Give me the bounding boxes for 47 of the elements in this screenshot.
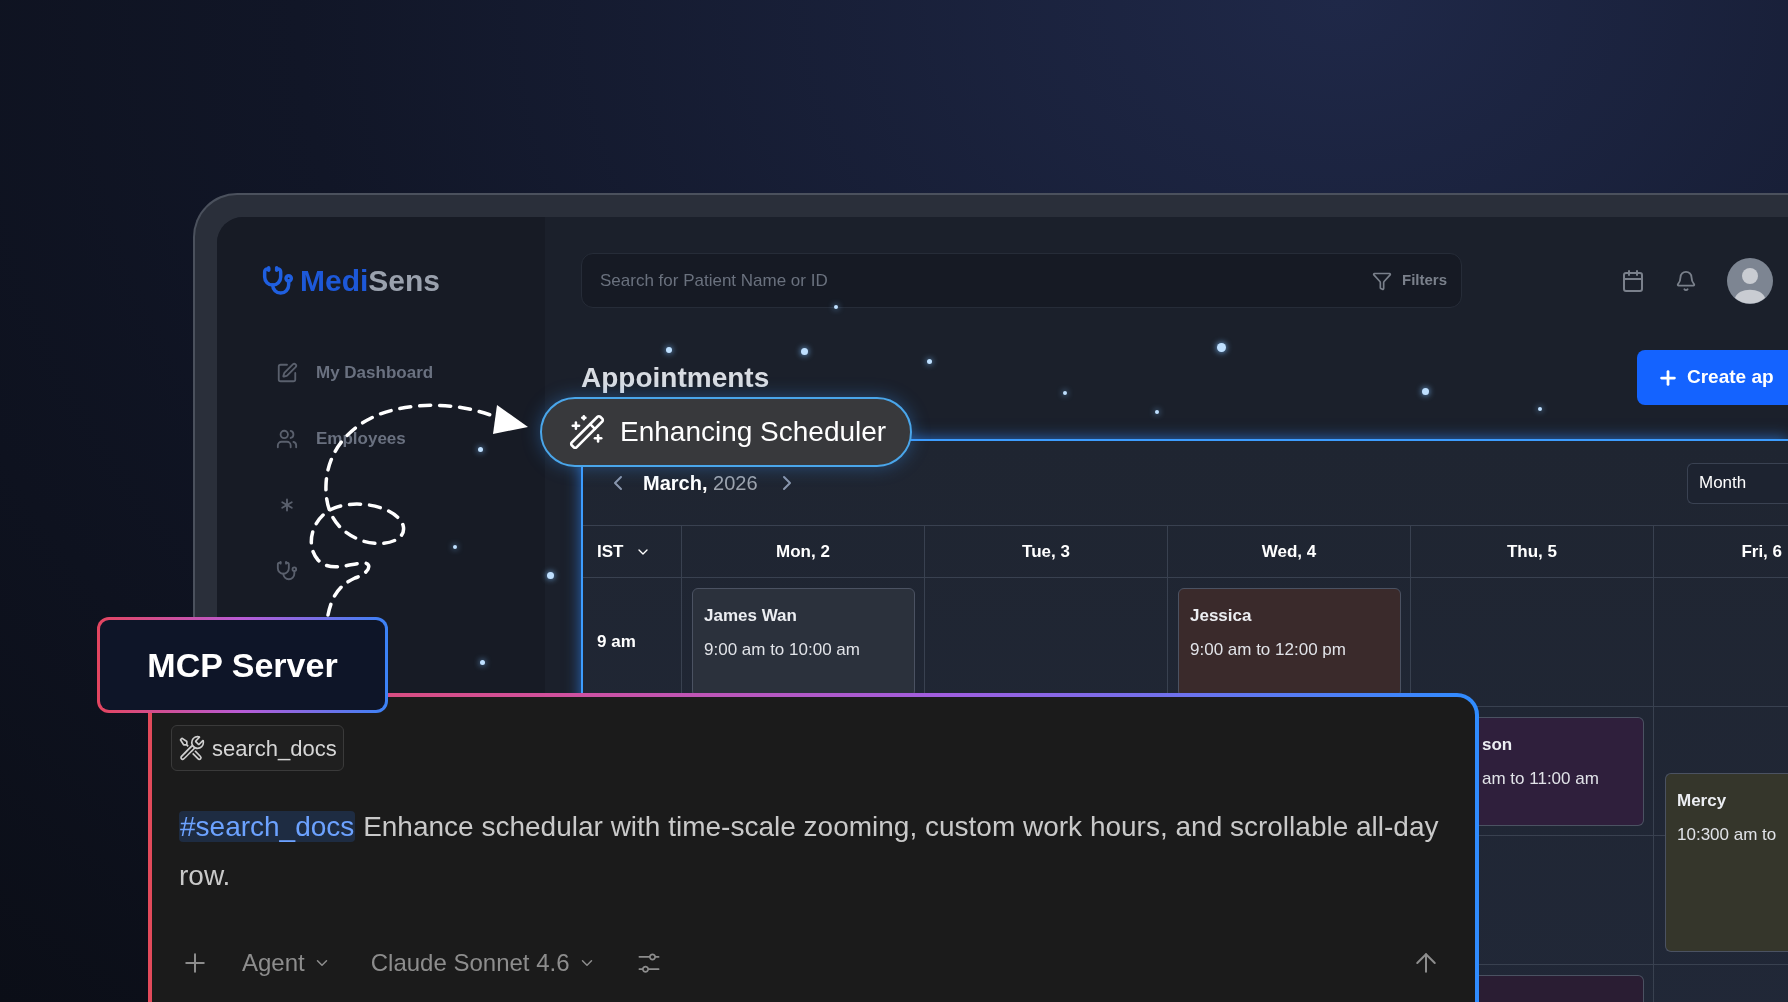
stethoscope-icon — [262, 265, 294, 297]
appointment-card[interactable]: son am to 11:00 am — [1479, 717, 1644, 826]
prompt-input[interactable]: #search_docs Enhance schedular with time-scale zooming, custom work hours, and scrollable all-day row. — [171, 802, 1459, 900]
bell-icon[interactable] — [1675, 269, 1697, 292]
next-month-button[interactable] — [781, 475, 792, 491]
mention-tag: #search_docs — [179, 811, 356, 842]
appointment-title: Jessica — [1190, 605, 1253, 627]
callout-title: Enhancing Scheduler — [620, 415, 887, 449]
appointment-card[interactable]: Mercy 10:300 am to — [1665, 773, 1788, 952]
search-field[interactable]: Search for Patient Name or ID Filters — [581, 253, 1462, 308]
page-title: Appointments — [581, 360, 770, 395]
appointment-time: 9:00 am to 10:00 am — [704, 638, 861, 661]
mode-select[interactable]: Agent — [242, 945, 331, 981]
appointment-title: Mercy — [1677, 790, 1728, 812]
day-header: Mon, 2 — [776, 540, 830, 563]
pen-square-icon — [276, 362, 298, 384]
sidebar-item[interactable]: My Dashboard — [262, 353, 440, 393]
filter-icon — [1372, 270, 1392, 291]
magic-wand-icon — [568, 413, 606, 451]
calendar-icon[interactable] — [1621, 268, 1645, 293]
view-select[interactable]: Month — [1687, 462, 1788, 504]
badge-title: MCP Server — [147, 644, 338, 686]
day-header: Tue, 3 — [1022, 540, 1070, 563]
day-header: Fri, 6 — [1741, 540, 1782, 563]
day-header: Wed, 4 — [1261, 540, 1317, 563]
tools-icon — [178, 734, 206, 762]
previous-month-button[interactable] — [613, 475, 623, 491]
stethoscope-icon[interactable] — [276, 560, 298, 582]
appointment-time: 9:00 am to 12:00 pm — [1190, 638, 1347, 661]
users-icon — [276, 428, 298, 450]
tool-chip[interactable]: search_docs — [171, 725, 344, 771]
month-label: March, 2026 — [643, 471, 758, 496]
appointment-time: am to 11:00 am — [1482, 767, 1600, 790]
appointment-title: James Wan — [704, 605, 798, 627]
time-label: 9 am — [597, 630, 636, 653]
appointment-title: son — [1482, 734, 1514, 756]
appointment-time: 10:300 am to — [1677, 823, 1778, 846]
filters-button[interactable]: Filters — [1372, 269, 1447, 292]
brand-name: MediSens — [300, 266, 441, 296]
model-select[interactable]: Claude Sonnet 4.6 — [370, 945, 596, 981]
day-header: Thu, 5 — [1506, 540, 1558, 563]
chevron-right-icon — [781, 475, 792, 491]
user-avatar[interactable] — [1727, 257, 1773, 304]
create-appointment-button[interactable]: Create ap — [1637, 350, 1788, 405]
chevron-left-icon — [613, 475, 623, 491]
sidebar-item[interactable]: Employees — [262, 419, 412, 459]
timezone-select[interactable]: IST — [597, 538, 652, 565]
